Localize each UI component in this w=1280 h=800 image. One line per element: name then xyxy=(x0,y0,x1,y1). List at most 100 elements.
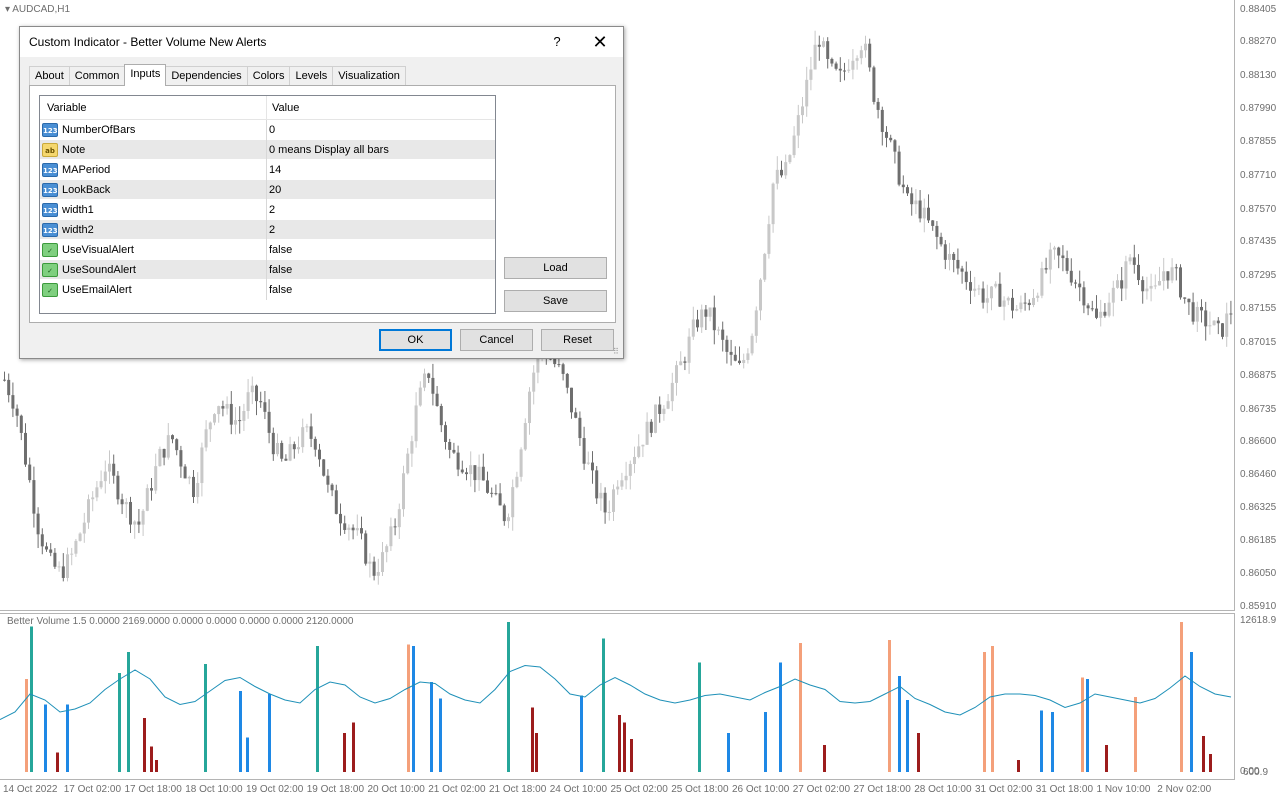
candle-body xyxy=(95,487,99,498)
candle-body xyxy=(490,492,494,494)
column-header-value[interactable]: Value xyxy=(267,96,494,119)
table-row[interactable]: 123 width2 2 xyxy=(40,219,495,240)
candle-body xyxy=(679,361,683,366)
variable-value[interactable]: 14 xyxy=(267,160,281,180)
time-tick-label: 24 Oct 10:00 xyxy=(549,784,608,795)
candle-body xyxy=(1208,325,1212,327)
candle-body xyxy=(746,353,750,360)
candle-body xyxy=(754,310,758,336)
candle-body xyxy=(3,379,6,381)
candle-body xyxy=(154,466,158,491)
close-icon[interactable]: ✕ xyxy=(588,30,612,54)
tab-common[interactable]: Common xyxy=(68,66,126,86)
variable-name: UseVisualAlert xyxy=(62,243,134,256)
candle-body xyxy=(855,58,859,61)
volume-bar xyxy=(618,715,621,772)
variable-value[interactable]: 0 xyxy=(267,120,275,140)
time-tick-label: 21 Oct 02:00 xyxy=(428,784,486,795)
time-axis[interactable]: 14 Oct 2022 17 Oct 02:00 17 Oct 18:00 18 Oc… xyxy=(0,780,1280,800)
tab-levels[interactable]: Levels xyxy=(289,66,334,86)
variable-cell: 123 LookBack xyxy=(40,179,267,200)
candle-body xyxy=(792,135,796,156)
variable-value[interactable]: false xyxy=(267,240,292,260)
time-tick-label: 31 Oct 18:00 xyxy=(1035,784,1094,795)
candle-body xyxy=(1216,320,1220,324)
candle-body xyxy=(586,462,590,464)
candle-body xyxy=(1116,280,1119,288)
candle-body xyxy=(486,480,489,493)
candle-body xyxy=(1027,302,1031,306)
candle-body xyxy=(70,553,74,555)
candle-body xyxy=(40,534,44,547)
candle-body xyxy=(620,480,624,487)
candle-body xyxy=(1019,302,1023,310)
table-row[interactable]: ab Note 0 means Display all bars xyxy=(40,139,495,160)
candle-body xyxy=(1107,302,1111,316)
column-header-variable[interactable]: Variable xyxy=(40,96,267,119)
cancel-button[interactable]: Cancel xyxy=(460,329,533,351)
variable-value[interactable]: 20 xyxy=(267,180,281,200)
resize-grip-icon[interactable]: ⠿ xyxy=(613,348,621,356)
table-row[interactable]: 123 MAPeriod 14 xyxy=(40,159,495,180)
time-tick-label: 26 Oct 10:00 xyxy=(732,784,790,795)
indicator-axis[interactable]: 12618.9 0.00 600.9 xyxy=(1237,613,1280,780)
candle-body xyxy=(1006,297,1010,301)
price-axis[interactable]: 0.88405 0.88270 0.88130 0.87990 0.87855 0.877… xyxy=(1237,0,1280,612)
variable-value[interactable]: 2 xyxy=(267,220,275,240)
tab-colors[interactable]: Colors xyxy=(246,66,291,86)
reset-button[interactable]: Reset xyxy=(541,329,614,351)
variable-value[interactable]: 0 means Display all bars xyxy=(267,140,389,160)
volume-bar xyxy=(118,673,121,772)
candle-body xyxy=(49,549,53,553)
tab-dependencies[interactable]: Dependencies xyxy=(165,66,248,86)
tab-about[interactable]: About xyxy=(29,66,70,86)
candle-body xyxy=(150,488,153,491)
candle-body xyxy=(767,224,771,254)
tab-visualization[interactable]: Visualization xyxy=(332,66,406,86)
variable-value[interactable]: false xyxy=(267,280,292,300)
save-button[interactable]: Save xyxy=(504,290,607,312)
time-tick-label: 18 Oct 10:00 xyxy=(185,784,243,795)
variable-name: UseSoundAlert xyxy=(62,263,136,276)
table-row[interactable]: ✓ UseSoundAlert false xyxy=(40,259,495,280)
volume-bar xyxy=(917,733,920,772)
candle-body xyxy=(822,41,825,47)
indicator-window[interactable] xyxy=(0,613,1235,780)
int-type-icon: 123 xyxy=(42,222,58,237)
table-row[interactable]: 123 width1 2 xyxy=(40,199,495,220)
candle-body xyxy=(112,463,116,476)
tab-inputs[interactable]: Inputs xyxy=(124,64,167,86)
candle-body xyxy=(389,526,393,547)
dialog-titlebar[interactable]: Custom Indicator - Better Volume New Ale… xyxy=(20,27,623,57)
price-tick-label: 0.86050 xyxy=(1240,567,1277,579)
symbol-text: AUDCAD,H1 xyxy=(12,4,71,15)
help-icon[interactable]: ? xyxy=(545,30,569,54)
volume-bar xyxy=(66,704,69,772)
table-row[interactable]: ✓ UseEmailAlert false xyxy=(40,279,495,300)
candle-body xyxy=(284,458,288,461)
candle-body xyxy=(162,448,166,458)
candle-body xyxy=(901,184,905,188)
variable-value[interactable]: false xyxy=(267,260,292,280)
candle-body xyxy=(66,554,69,578)
table-row[interactable]: 123 LookBack 20 xyxy=(40,179,495,200)
candle-body xyxy=(523,423,527,450)
volume-bar xyxy=(239,691,242,772)
candle-body xyxy=(213,414,216,423)
variable-value[interactable]: 2 xyxy=(267,200,275,220)
candle-body xyxy=(259,401,263,403)
candle-body xyxy=(7,379,11,396)
candle-body xyxy=(628,463,632,476)
candle-body xyxy=(964,271,968,283)
ok-button[interactable]: OK xyxy=(379,329,452,351)
table-row[interactable]: ✓ UseVisualAlert false xyxy=(40,239,495,260)
variable-cell: ✓ UseVisualAlert xyxy=(40,239,267,260)
candle-body xyxy=(1124,261,1128,289)
price-tick-label: 0.87710 xyxy=(1240,170,1277,182)
candle-body xyxy=(372,561,376,576)
candle-body xyxy=(78,533,82,541)
indicator-max-label: 12618.9 xyxy=(1240,615,1277,626)
table-row[interactable]: 123 NumberOfBars 0 xyxy=(40,119,495,140)
candle-body xyxy=(423,373,426,388)
load-button[interactable]: Load xyxy=(504,257,607,279)
